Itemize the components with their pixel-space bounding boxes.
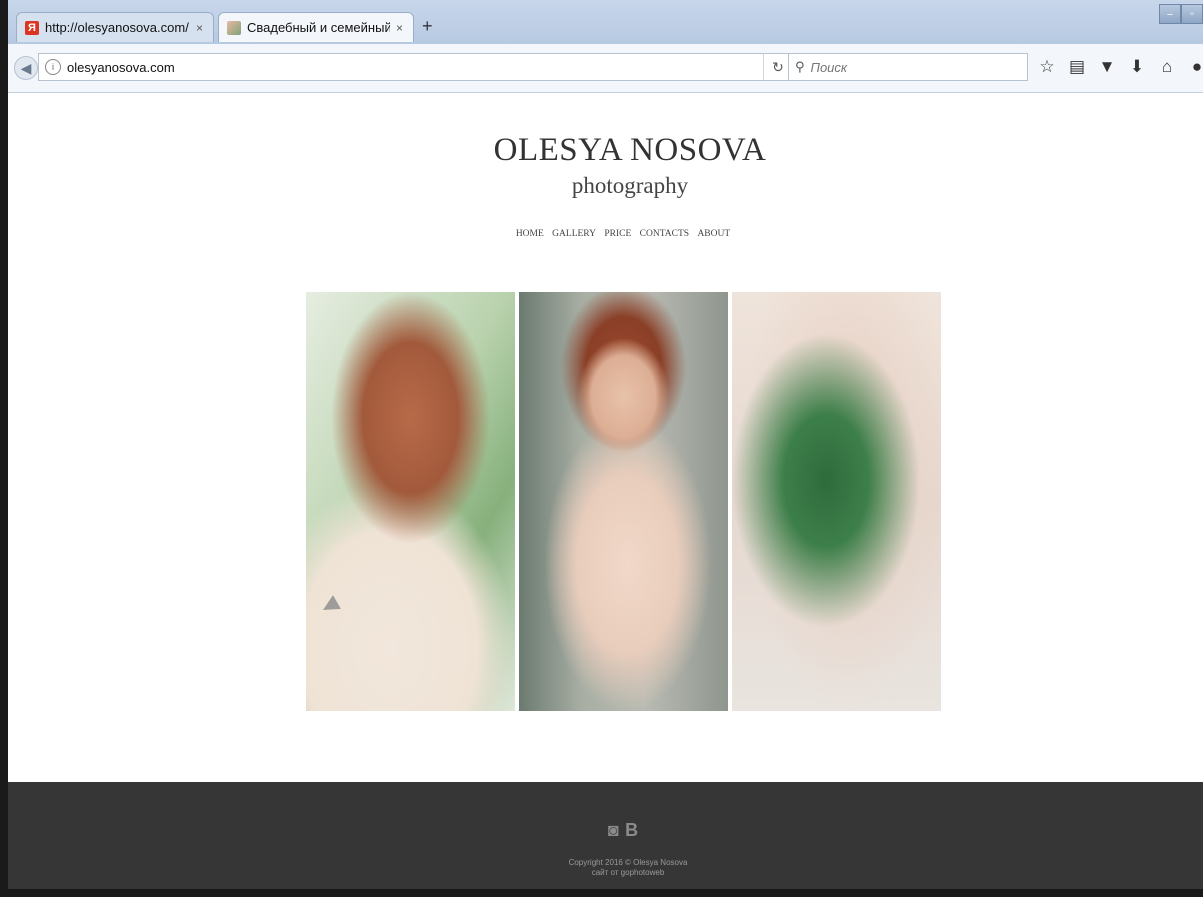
instagram-icon[interactable]: ◙ [608, 820, 619, 840]
download-icon[interactable]: ⬇ [1122, 54, 1152, 80]
bookmarks-list-icon[interactable]: ▤ [1062, 54, 1092, 80]
photo-bride-portrait[interactable] [519, 292, 728, 711]
toolbar-icons: ☆ ▤ ▼ ⬇ ⌂ ● [1032, 54, 1203, 80]
window-frame-bottom [0, 889, 1203, 897]
address-bar[interactable]: i olesyanosova.com ↻ [38, 53, 793, 81]
site-title: OLESYA NOSOVA [493, 132, 767, 168]
pocket-icon[interactable]: ▼ [1092, 54, 1122, 80]
home-icon[interactable]: ⌂ [1152, 54, 1182, 80]
back-arrow-icon[interactable]: ◀ [14, 56, 38, 80]
photo-gallery [306, 292, 941, 711]
yandex-icon: Я [25, 20, 39, 35]
menu-item-contacts[interactable]: CONTACTS [640, 229, 689, 239]
search-box[interactable]: ⚲ [788, 53, 1028, 81]
menu-item-home[interactable]: HOME [516, 229, 544, 239]
photo-hairstyle[interactable] [306, 292, 515, 711]
navigation-bar: ◀ i olesyanosova.com ↻ ⚲ ☆ ▤ ▼ ⬇ ⌂ ● [8, 44, 1203, 93]
close-icon[interactable]: × [196, 21, 203, 35]
bookmark-star-icon[interactable]: ☆ [1032, 54, 1062, 80]
site-menu: HOME GALLERY PRICE CONTACTS ABOUT [0, 229, 1203, 239]
tab-wedding-photo[interactable]: Свадебный и семейный ... × [218, 12, 414, 42]
tab-olesyanosova[interactable]: Я http://olesyanosova.com/ ... × [16, 12, 214, 42]
menu-item-gallery[interactable]: GALLERY [552, 229, 596, 239]
search-input[interactable] [808, 58, 1003, 76]
new-tab-button[interactable]: + [422, 16, 433, 37]
chat-icon[interactable]: ● [1182, 54, 1203, 80]
tab-title: Свадебный и семейный ... [247, 20, 390, 35]
vk-icon[interactable]: B [625, 820, 638, 840]
site-subtitle: photography [571, 173, 689, 198]
photo-bouquet[interactable] [732, 292, 941, 711]
credit-link[interactable]: сайт от gophotoweb [8, 868, 1203, 878]
copyright: Copyright 2016 © Olesya Nosova сайт от g… [8, 858, 1203, 878]
search-icon: ⚲ [795, 59, 805, 74]
tab-title: http://olesyanosova.com/ ... [45, 20, 190, 35]
info-icon[interactable]: i [45, 59, 61, 75]
minimize-button[interactable]: – [1159, 4, 1181, 24]
address-text[interactable]: olesyanosova.com [67, 60, 763, 75]
copyright-text: Copyright 2016 © Olesya Nosova [568, 858, 688, 867]
tab-strip: Я http://olesyanosova.com/ ... × Свадебн… [8, 0, 1203, 44]
menu-item-about[interactable]: ABOUT [697, 229, 730, 239]
window-controls: – ▫ [1159, 4, 1203, 24]
social-links: ◙ B [8, 820, 1203, 841]
close-icon[interactable]: × [396, 21, 403, 35]
photo-icon [227, 20, 241, 35]
menu-item-price[interactable]: PRICE [604, 229, 631, 239]
footer: ◙ B Copyright 2016 © Olesya Nosova сайт … [8, 782, 1203, 889]
maximize-button[interactable]: ▫ [1181, 4, 1203, 24]
